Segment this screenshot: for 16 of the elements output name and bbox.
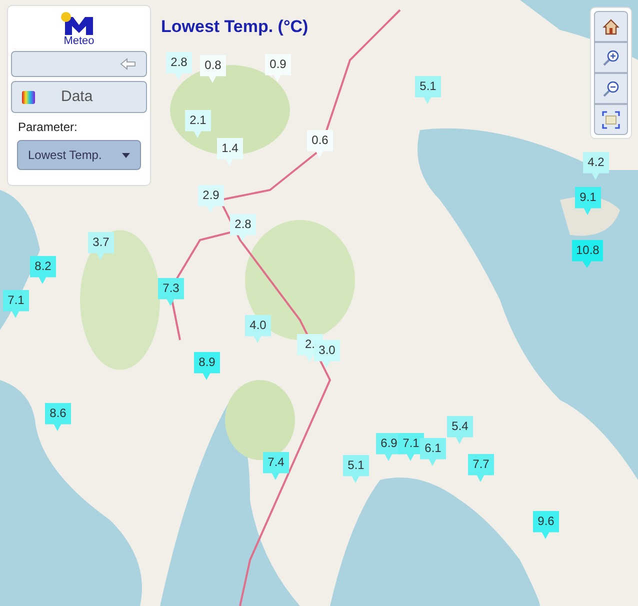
map-control-button[interactable] <box>594 104 628 135</box>
map-control-button[interactable] <box>594 11 628 42</box>
zoom-out-icon <box>602 80 620 98</box>
logo-text: Meteo <box>64 35 94 47</box>
arrow-left-icon <box>120 58 136 70</box>
dropdown-caret-icon <box>122 152 130 158</box>
color-scale-icon <box>22 90 35 104</box>
data-button[interactable]: Data <box>11 81 147 113</box>
full-extent-icon <box>602 110 620 128</box>
zoom-in-icon <box>602 48 620 66</box>
home-icon <box>602 18 620 36</box>
parameter-label: Parameter: <box>17 119 78 136</box>
map-control-button[interactable] <box>594 42 628 73</box>
parameter-select[interactable]: Lowest Temp. <box>17 140 141 170</box>
map-control-button[interactable] <box>594 73 628 104</box>
map-title: Lowest Temp. (°C) <box>161 16 308 38</box>
